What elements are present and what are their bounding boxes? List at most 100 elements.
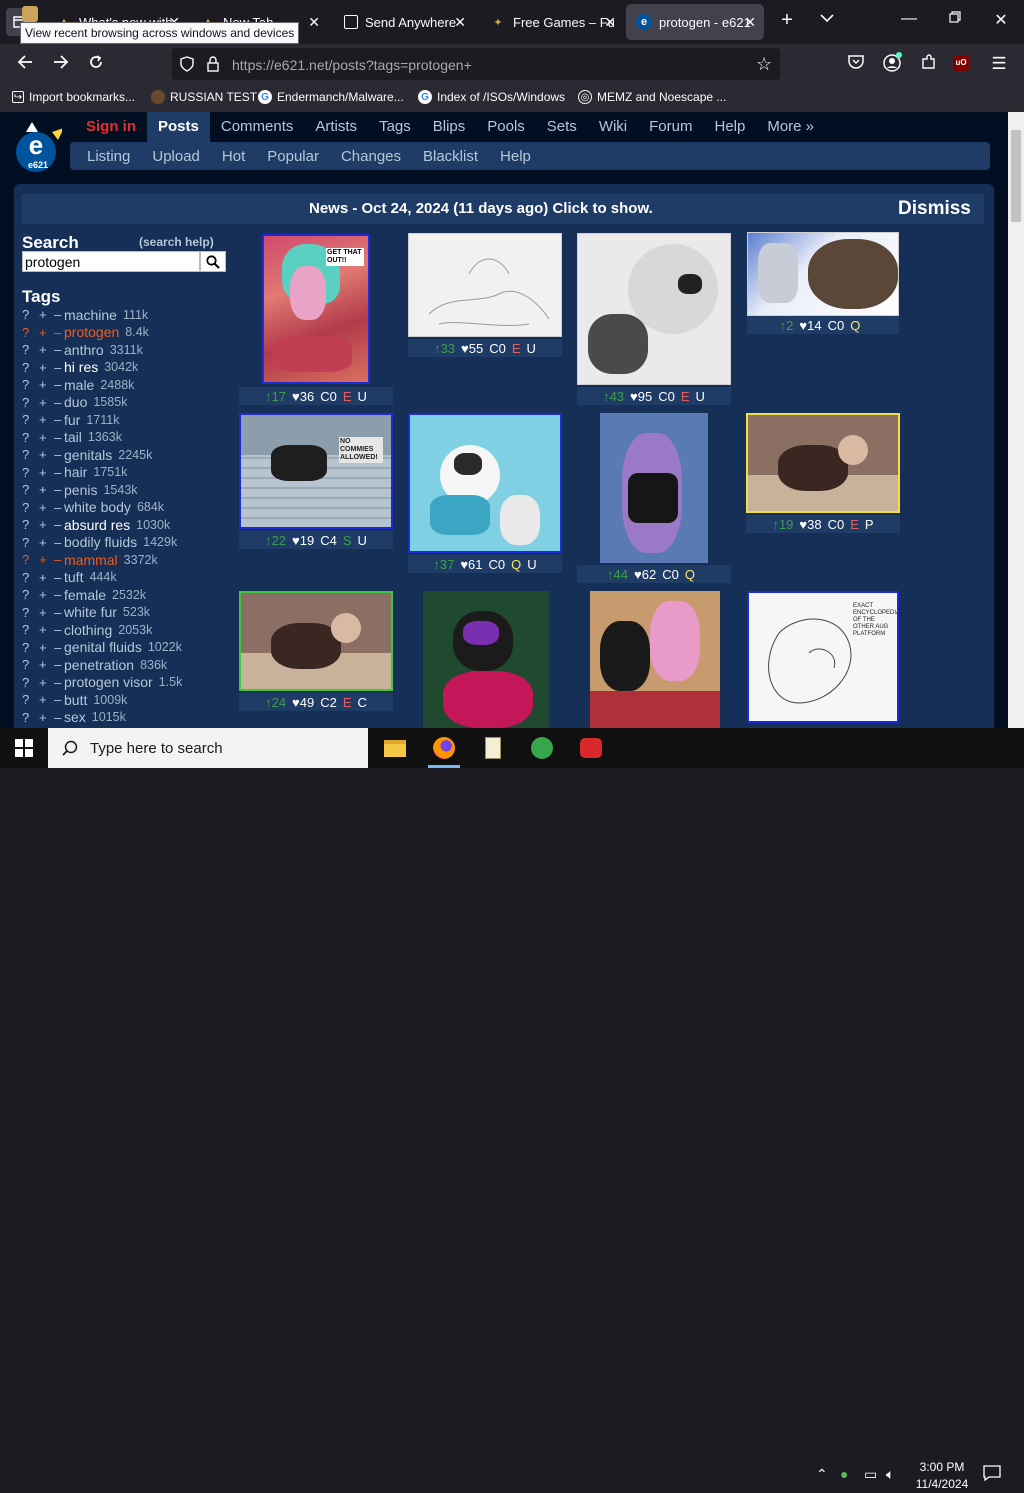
tag-wiki-link[interactable]: ? [22, 377, 39, 392]
nav-posts[interactable]: Posts [147, 112, 210, 142]
tag-wiki-link[interactable]: ? [22, 710, 39, 725]
messenger-users-icon[interactable] [528, 734, 556, 762]
tag-add-link[interactable]: + [39, 640, 54, 655]
post-thumbnail[interactable]: EXACT ENCYCLOPEDIA OF THE OTHER AUG PLAT… [749, 593, 897, 721]
site-logo[interactable]: e e621 [14, 120, 64, 176]
tag-remove-link[interactable]: – [54, 482, 64, 497]
nav-tags[interactable]: Tags [368, 112, 422, 142]
tag-remove-link[interactable]: – [54, 657, 64, 672]
tag-remove-link[interactable]: – [54, 692, 64, 707]
post-6[interactable] [408, 413, 562, 553]
tag-search-input[interactable]: protogen [22, 251, 200, 272]
subnav-blacklist[interactable]: Blacklist [412, 148, 489, 165]
nav-artists[interactable]: Artists [304, 112, 368, 142]
windows-start-icon[interactable] [10, 734, 38, 762]
tag-add-link[interactable]: + [39, 535, 54, 550]
post-thumbnail[interactable] [748, 415, 898, 511]
tag-add-link[interactable]: + [39, 710, 54, 725]
nav-more[interactable]: More » [756, 112, 825, 142]
tag-wiki-link[interactable]: ? [22, 622, 39, 637]
volume-icon[interactable]: 🔈︎ [886, 1466, 894, 1483]
nav-sign-in[interactable]: Sign in [80, 112, 147, 142]
tag-name-link[interactable]: duo [64, 394, 87, 410]
tag-name-link[interactable]: tuft [64, 569, 83, 585]
tag-wiki-link[interactable]: ? [22, 587, 39, 602]
tag-add-link[interactable]: + [39, 342, 54, 357]
bookmark-import[interactable]: ↪ Import bookmarks... [12, 90, 135, 104]
tag-wiki-link[interactable]: ? [22, 570, 39, 585]
notifications-icon[interactable] [983, 1465, 1001, 1484]
tag-name-link[interactable]: male [64, 377, 94, 393]
tag-wiki-link[interactable]: ? [22, 342, 39, 357]
tag-wiki-link[interactable]: ? [22, 482, 39, 497]
tag-name-link[interactable]: genital fluids [64, 639, 142, 655]
tag-add-link[interactable]: + [39, 360, 54, 375]
post-thumbnail[interactable] [241, 593, 391, 689]
page-scrollbar-thumb[interactable] [1011, 130, 1021, 222]
tag-remove-link[interactable]: – [54, 605, 64, 620]
tag-remove-link[interactable]: – [54, 342, 64, 357]
tag-remove-link[interactable]: – [54, 640, 64, 655]
tag-wiki-link[interactable]: ? [22, 307, 39, 322]
tag-name-link[interactable]: butt [64, 692, 87, 708]
search-submit-button[interactable] [200, 251, 226, 272]
network-icon[interactable]: ▭ [864, 1466, 877, 1483]
list-tabs-chevron-down-icon[interactable] [812, 10, 842, 28]
tag-add-link[interactable]: + [39, 587, 54, 602]
post-thumbnail[interactable] [748, 233, 898, 315]
tag-name-link[interactable]: absurd res [64, 517, 130, 533]
tag-wiki-link[interactable]: ? [22, 517, 39, 532]
new-tab-plus-icon[interactable]: + [772, 9, 802, 32]
tag-add-link[interactable]: + [39, 307, 54, 322]
close-window-icon[interactable]: ✕ [986, 10, 1016, 30]
post-thumbnail[interactable]: GET THAT OUT!! [264, 236, 368, 382]
address-bar[interactable]: https://e621.net/posts?tags=protogen+ ☆ [172, 48, 780, 80]
tag-name-link[interactable]: clothing [64, 622, 112, 638]
tag-add-link[interactable]: + [39, 605, 54, 620]
bookmark-endermanch[interactable]: G Endermanch/Malware... [258, 90, 404, 104]
subnav-help[interactable]: Help [489, 148, 542, 165]
tag-wiki-link[interactable]: ? [22, 675, 39, 690]
post-10[interactable] [423, 591, 549, 728]
extensions-puzzle-icon[interactable] [918, 54, 940, 75]
post-4[interactable] [747, 232, 899, 316]
tag-add-link[interactable]: + [39, 570, 54, 585]
forward-arrow-icon[interactable] [50, 54, 72, 75]
tag-remove-link[interactable]: – [54, 570, 64, 585]
subnav-listing[interactable]: Listing [76, 148, 141, 165]
tag-remove-link[interactable]: – [54, 360, 64, 375]
tag-wiki-link[interactable]: ? [22, 657, 39, 672]
tag-name-link[interactable]: genitals [64, 447, 112, 463]
firefox-icon[interactable] [430, 734, 458, 762]
nav-blips[interactable]: Blips [422, 112, 477, 142]
tag-remove-link[interactable]: – [54, 552, 64, 567]
post-thumbnail[interactable] [590, 591, 720, 728]
restore-window-icon[interactable] [940, 10, 970, 28]
taskbar-clock[interactable]: 3:00 PM 11/4/2024 [914, 1459, 970, 1493]
news-text[interactable]: News - Oct 24, 2024 (11 days ago) Click … [309, 200, 653, 217]
close-tab-icon[interactable]: ✕ [308, 14, 320, 31]
nav-forum[interactable]: Forum [638, 112, 703, 142]
hamburger-menu-icon[interactable]: ☰ [988, 54, 1010, 74]
tag-name-link[interactable]: penetration [64, 657, 134, 673]
tag-remove-link[interactable]: – [54, 675, 64, 690]
post-1[interactable]: GET THAT OUT!! [262, 234, 370, 384]
tag-remove-link[interactable]: – [54, 517, 64, 532]
bookmark-memz[interactable]: ◎ MEMZ and Noescape ... [578, 90, 726, 104]
tag-add-link[interactable]: + [39, 657, 54, 672]
tag-remove-link[interactable]: – [54, 622, 64, 637]
account-icon[interactable] [881, 52, 903, 77]
tag-name-link[interactable]: hi res [64, 359, 98, 375]
tag-name-link[interactable]: machine [64, 307, 117, 323]
tag-add-link[interactable]: + [39, 430, 54, 445]
tag-add-link[interactable]: + [39, 412, 54, 427]
tag-remove-link[interactable]: – [54, 377, 64, 392]
post-9[interactable] [239, 591, 393, 691]
bookmark-russian-test[interactable]: RUSSIAN TEST [151, 90, 257, 104]
post-thumbnail[interactable] [410, 415, 560, 551]
tag-name-link[interactable]: penis [64, 482, 97, 498]
subnav-changes[interactable]: Changes [330, 148, 412, 165]
tag-wiki-link[interactable]: ? [22, 395, 39, 410]
tag-add-link[interactable]: + [39, 465, 54, 480]
close-tab-icon[interactable]: ✕ [454, 14, 466, 31]
